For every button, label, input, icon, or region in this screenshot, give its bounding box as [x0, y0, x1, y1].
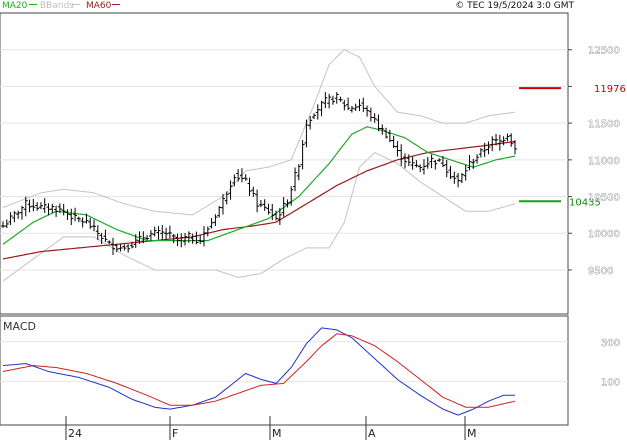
- macd-panel: [0, 315, 569, 426]
- macd-panel-title: MACD: [3, 320, 36, 333]
- x-tick-label: A: [368, 427, 376, 440]
- macd-y-tick-label: 300: [601, 338, 620, 349]
- x-tick-label: 24: [68, 427, 82, 440]
- y-tick-label: 9500: [588, 266, 613, 277]
- x-tick-label: M: [272, 427, 282, 440]
- stock-chart: MA20 BBands MA60 © TEC 19/5/2024 3:0 GMT…: [0, 1, 626, 440]
- macd-y-tick-label: 100: [601, 377, 620, 388]
- y-tick-label: 11000: [588, 156, 620, 167]
- price-level-label: 11976: [594, 84, 626, 95]
- y-tick-label: 12500: [588, 46, 620, 57]
- x-tick-label: M: [467, 427, 477, 440]
- legend-ma20-label: MA20: [2, 1, 28, 11]
- x-tick-label: F: [172, 427, 178, 440]
- chart-legend: MA20 BBands MA60: [2, 1, 120, 11]
- y-tick-label: 11500: [588, 119, 620, 130]
- legend-ma60-label: MA60: [86, 1, 112, 11]
- copyright-label: © TEC 19/5/2024 3:0 GMT: [455, 1, 574, 11]
- y-tick-label: 10500: [588, 193, 620, 204]
- y-tick-label: 10000: [588, 229, 620, 240]
- y-axis-ticks: 9500 10000 10500 11000 11500 12500 100 300: [568, 45, 620, 389]
- legend-bbands-label: BBands: [40, 1, 74, 11]
